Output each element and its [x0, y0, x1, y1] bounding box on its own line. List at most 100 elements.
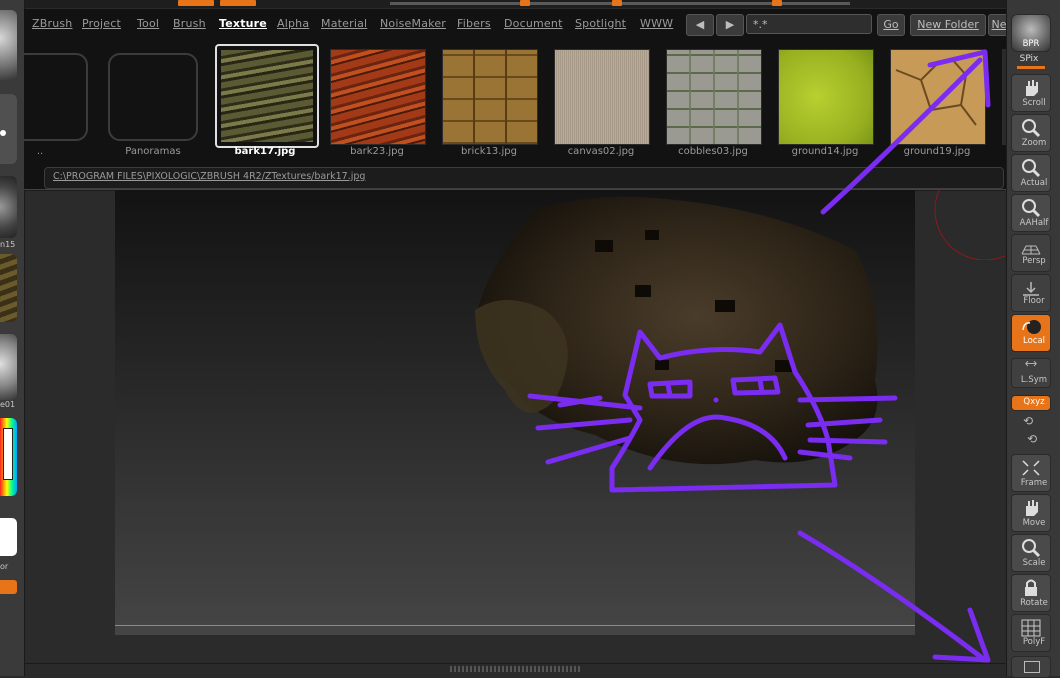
move-button[interactable]: Move: [1011, 494, 1051, 532]
scale-label: Scale: [1022, 558, 1046, 568]
xyz-button[interactable]: Qxyz: [1011, 395, 1051, 411]
top-orange-button-2[interactable]: [220, 0, 256, 6]
texture-thumb-bark23[interactable]: [330, 49, 426, 145]
texture-label-canvas02: canvas02.jpg: [567, 146, 635, 157]
polyf-label: PolyF: [1022, 637, 1046, 647]
menu-spotlight[interactable]: Spotlight: [575, 17, 626, 30]
bpr-button[interactable]: BPR: [1011, 14, 1051, 52]
symmetry-arrows-icon: [1025, 360, 1037, 367]
polyf-button[interactable]: PolyF: [1011, 614, 1051, 652]
texture-thumb-ground14[interactable]: [778, 49, 874, 145]
lsym-button[interactable]: L.Sym: [1011, 358, 1051, 388]
rotate-button[interactable]: Rotate: [1011, 574, 1051, 612]
left-orange-button[interactable]: [0, 580, 17, 594]
document-border: [115, 625, 915, 626]
transparency-icon: [1024, 661, 1040, 673]
slider-handle-2[interactable]: [612, 0, 622, 6]
color-picker[interactable]: [0, 418, 17, 496]
texture-thumb-brick13[interactable]: [442, 49, 538, 145]
menu-www[interactable]: WWW: [640, 17, 673, 30]
frame-button[interactable]: Frame: [1011, 454, 1051, 492]
magnifier-icon: [1022, 119, 1041, 138]
scale-button[interactable]: Scale: [1011, 534, 1051, 572]
hand-icon: [1026, 80, 1038, 96]
texture-label-ground14: ground14.jpg: [791, 146, 859, 157]
spix-slider[interactable]: [1017, 66, 1045, 69]
path-text: C:\PROGRAM FILES\PIXOLOGIC\ZBRUSH 4R2/ZT…: [53, 171, 366, 182]
go-button[interactable]: Go: [877, 14, 905, 36]
aahalf-button[interactable]: AAHalf: [1011, 194, 1051, 232]
menu-alpha[interactable]: Alpha: [277, 17, 309, 30]
texture-thumb-canvas02[interactable]: [554, 49, 650, 145]
material-thumbnail[interactable]: [0, 334, 17, 400]
aahalf-label: AAHalf: [1019, 218, 1049, 228]
path-bar[interactable]: C:\PROGRAM FILES\PIXOLOGIC\ZBRUSH 4R2/ZT…: [44, 167, 1004, 189]
texture-label-brick13: brick13.jpg: [461, 146, 517, 157]
menu-brush[interactable]: Brush: [173, 17, 206, 30]
rotate-y-icon[interactable]: ⟲: [1023, 414, 1033, 428]
main-color-swatch[interactable]: [0, 518, 17, 556]
left-label-1: n15: [0, 240, 16, 249]
folder-parent[interactable]: [22, 53, 88, 141]
forward-button[interactable]: ▶: [716, 14, 744, 36]
left-label-3: or: [0, 562, 9, 571]
new-folder-button[interactable]: New Folder: [910, 14, 986, 36]
texture-thumb-cobbles03[interactable]: [666, 49, 762, 145]
menu-material[interactable]: Material: [321, 17, 367, 30]
menu-tool[interactable]: Tool: [137, 17, 159, 30]
alpha-thumbnail[interactable]: [0, 176, 17, 238]
scroll-label: Scroll: [1022, 98, 1046, 108]
actual-magnifier-icon: [1022, 159, 1041, 178]
texture-thumb-bark17[interactable]: [215, 44, 319, 148]
transp-button[interactable]: [1011, 656, 1051, 678]
folder-panoramas[interactable]: [108, 53, 198, 141]
top-toolbar-strip: [0, 0, 1060, 8]
move-hand-icon: [1026, 500, 1038, 516]
document-canvas[interactable]: [115, 180, 1005, 635]
rotate-label: Rotate: [1020, 598, 1048, 608]
xyz-label: Qxyz: [1023, 397, 1045, 407]
texture-thumb-ground19[interactable]: [890, 49, 986, 145]
texture-thumbnail[interactable]: [0, 254, 17, 322]
perspective-grid-icon: [1021, 245, 1041, 255]
back-arrow-icon: ◀: [695, 18, 705, 31]
texture-label-bark17: bark17.jpg: [234, 146, 296, 157]
bottom-tray-grip[interactable]: [450, 666, 580, 672]
actual-button[interactable]: Actual: [1011, 154, 1051, 192]
rotate-z-icon[interactable]: ⟲: [1027, 432, 1037, 446]
right-shelf: BPR SPix Scroll Zoom Actual AAHalf Persp…: [1006, 0, 1060, 678]
texture-label-cobbles03: cobbles03.jpg: [678, 146, 748, 157]
slider-handle-1[interactable]: [520, 0, 530, 6]
polyframe-grid-icon: [1021, 619, 1041, 637]
menu-fibers[interactable]: Fibers: [457, 17, 491, 30]
back-button[interactable]: ◀: [686, 14, 714, 36]
texture-popup: ZBrush Project Tool Brush Texture Alpha …: [22, 9, 1011, 190]
draw-size-ring: [934, 180, 1005, 260]
local-label: Local: [1022, 336, 1046, 346]
zoom-label: Zoom: [1021, 138, 1047, 148]
persp-button[interactable]: Persp: [1011, 234, 1051, 272]
slider-handle-3[interactable]: [772, 0, 782, 6]
menu-zbrush[interactable]: ZBrush: [32, 17, 72, 30]
top-orange-button-1[interactable]: [178, 0, 214, 6]
frame-label: Frame: [1020, 478, 1048, 488]
scroll-button[interactable]: Scroll: [1011, 74, 1051, 112]
menu-document[interactable]: Document: [504, 17, 563, 30]
move-label: Move: [1022, 518, 1046, 528]
cracks-pattern: [895, 57, 977, 131]
texture-label-ground19: ground19.jpg: [903, 146, 971, 157]
persp-label: Persp: [1022, 256, 1046, 266]
menu-texture[interactable]: Texture: [219, 17, 267, 30]
floor-button[interactable]: Floor: [1011, 274, 1051, 312]
menu-project[interactable]: Project: [82, 17, 121, 30]
menu-noisemaker[interactable]: NoiseMaker: [380, 17, 446, 30]
floor-arrow-icon: [1023, 282, 1039, 296]
filter-input[interactable]: *.*: [746, 14, 872, 34]
scale-magnifier-icon: [1022, 539, 1041, 558]
aahalf-magnifier-icon: [1022, 199, 1041, 218]
brush-thumbnail[interactable]: [0, 10, 17, 80]
local-button[interactable]: Local: [1011, 314, 1051, 352]
spix-label: SPix: [1019, 54, 1039, 64]
frame-arrows-icon: [1022, 460, 1040, 476]
zoom-button[interactable]: Zoom: [1011, 114, 1051, 152]
